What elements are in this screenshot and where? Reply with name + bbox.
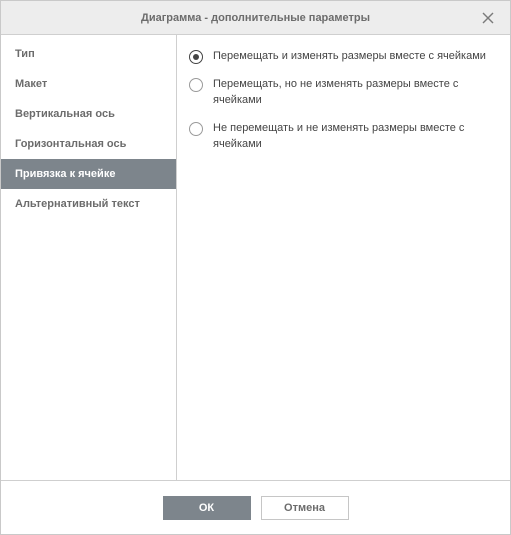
dialog-title: Диаграмма - дополнительные параметры [141,12,370,24]
sidebar-item-label: Вертикальная ось [15,108,115,120]
radio-dont-move-or-size[interactable]: Не перемещать и не изменять размеры вмес… [189,121,500,153]
close-icon [482,12,494,24]
sidebar-item-type[interactable]: Тип [1,39,176,69]
cancel-button[interactable]: Отмена [261,496,349,520]
radio-move-and-size[interactable]: Перемещать и изменять размеры вместе с я… [189,49,500,65]
sidebar-item-label: Горизонтальная ось [15,138,126,150]
radio-label: Перемещать и изменять размеры вместе с я… [213,49,486,65]
content-panel: Перемещать и изменять размеры вместе с я… [177,35,510,480]
sidebar-item-label: Альтернативный текст [15,198,140,210]
sidebar-item-horizontal-axis[interactable]: Горизонтальная ось [1,129,176,159]
sidebar-item-label: Привязка к ячейке [15,168,115,180]
close-button[interactable] [476,1,500,35]
sidebar-item-cell-snapping[interactable]: Привязка к ячейке [1,159,176,189]
sidebar-item-alt-text[interactable]: Альтернативный текст [1,189,176,219]
titlebar: Диаграмма - дополнительные параметры [1,1,510,35]
footer: ОК Отмена [1,480,510,534]
sidebar: Тип Макет Вертикальная ось Горизонтальна… [1,35,177,480]
radio-icon [189,122,203,136]
ok-button[interactable]: ОК [163,496,251,520]
sidebar-item-label: Макет [15,78,47,90]
sidebar-item-vertical-axis[interactable]: Вертикальная ось [1,99,176,129]
dialog-body: Тип Макет Вертикальная ось Горизонтальна… [1,35,510,480]
radio-icon [189,50,203,64]
sidebar-item-layout[interactable]: Макет [1,69,176,99]
radio-move-not-size[interactable]: Перемещать, но не изменять размеры вмест… [189,77,500,109]
radio-icon [189,78,203,92]
radio-label: Перемещать, но не изменять размеры вмест… [213,77,500,109]
radio-label: Не перемещать и не изменять размеры вмес… [213,121,500,153]
sidebar-item-label: Тип [15,48,35,60]
dialog-chart-advanced: Диаграмма - дополнительные параметры Тип… [0,0,511,535]
